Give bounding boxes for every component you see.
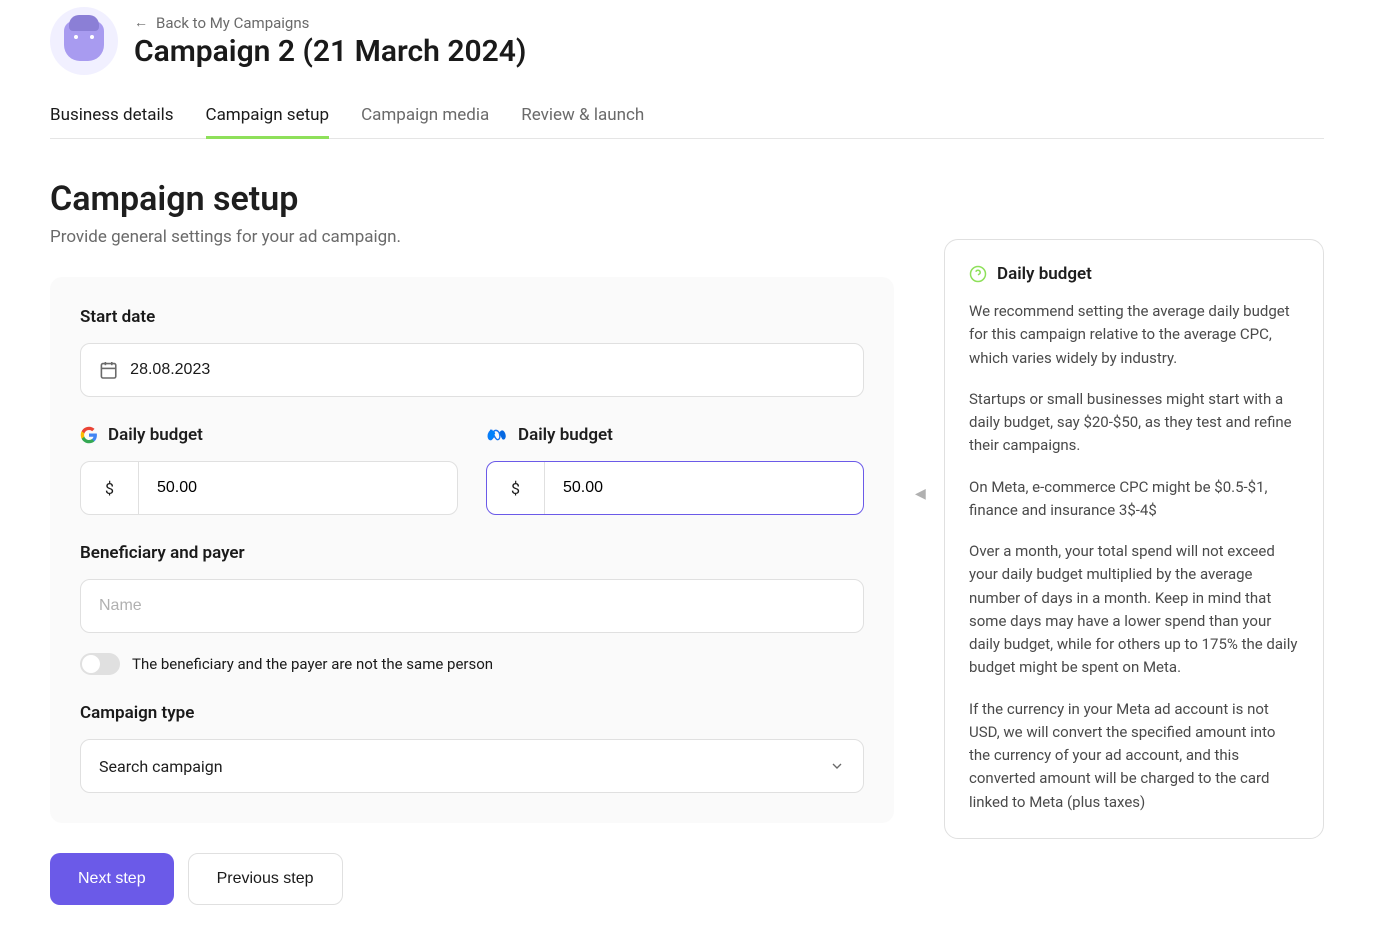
meta-budget-field[interactable] <box>545 462 863 514</box>
info-paragraph: We recommend setting the average daily b… <box>969 300 1299 370</box>
google-icon <box>80 426 98 444</box>
meta-currency-symbol: $ <box>487 462 545 514</box>
back-link-label: Back to My Campaigns <box>156 14 309 32</box>
previous-step-button[interactable]: Previous step <box>188 853 343 905</box>
beneficiary-toggle-label: The beneficiary and the payer are not th… <box>132 655 493 673</box>
start-date-input[interactable] <box>80 343 864 397</box>
campaign-title: Campaign 2 (21 March 2024) <box>134 34 526 69</box>
avatar-image <box>64 21 104 61</box>
tabs: Business details Campaign setup Campaign… <box>50 105 1324 139</box>
tab-campaign-media[interactable]: Campaign media <box>361 105 489 139</box>
beneficiary-label: Beneficiary and payer <box>80 543 864 563</box>
page-title: Campaign setup <box>50 179 894 219</box>
back-link[interactable]: ← Back to My Campaigns <box>134 14 526 32</box>
tab-review-launch[interactable]: Review & launch <box>521 105 644 139</box>
beneficiary-toggle[interactable] <box>80 653 120 675</box>
avatar <box>50 7 118 75</box>
start-date-label: Start date <box>80 307 864 327</box>
info-paragraph: If the currency in your Meta ad account … <box>969 698 1299 814</box>
tab-campaign-setup[interactable]: Campaign setup <box>206 105 330 139</box>
form-card: Start date <box>50 277 894 823</box>
next-step-button[interactable]: Next step <box>50 853 174 905</box>
pointer-left-icon: ◀ <box>915 486 926 502</box>
start-date-field[interactable] <box>130 361 845 379</box>
chevron-down-icon <box>829 758 845 774</box>
campaign-type-select[interactable]: Search campaign <box>80 739 864 793</box>
meta-budget-input[interactable]: $ <box>486 461 864 515</box>
google-budget-label: Daily budget <box>108 425 203 445</box>
help-circle-icon <box>969 265 987 283</box>
left-arrow-icon: ← <box>134 14 148 31</box>
beneficiary-field[interactable] <box>99 597 845 615</box>
meta-icon <box>486 428 508 442</box>
info-title: Daily budget <box>997 264 1092 284</box>
tab-business-details[interactable]: Business details <box>50 105 174 139</box>
info-paragraph: On Meta, e-commerce CPC might be $0.5-$1… <box>969 476 1299 523</box>
google-budget-field[interactable] <box>139 462 457 514</box>
page-subtitle: Provide general settings for your ad cam… <box>50 227 894 247</box>
google-budget-input[interactable]: $ <box>80 461 458 515</box>
campaign-type-value: Search campaign <box>99 757 223 776</box>
meta-budget-label: Daily budget <box>518 425 613 445</box>
google-currency-symbol: $ <box>81 462 139 514</box>
beneficiary-input[interactable] <box>80 579 864 633</box>
info-panel: ◀ Daily budget We recommend setting the … <box>944 239 1324 839</box>
campaign-type-label: Campaign type <box>80 703 864 723</box>
calendar-icon <box>99 360 118 380</box>
info-paragraph: Over a month, your total spend will not … <box>969 540 1299 680</box>
info-paragraph: Startups or small businesses might start… <box>969 388 1299 458</box>
